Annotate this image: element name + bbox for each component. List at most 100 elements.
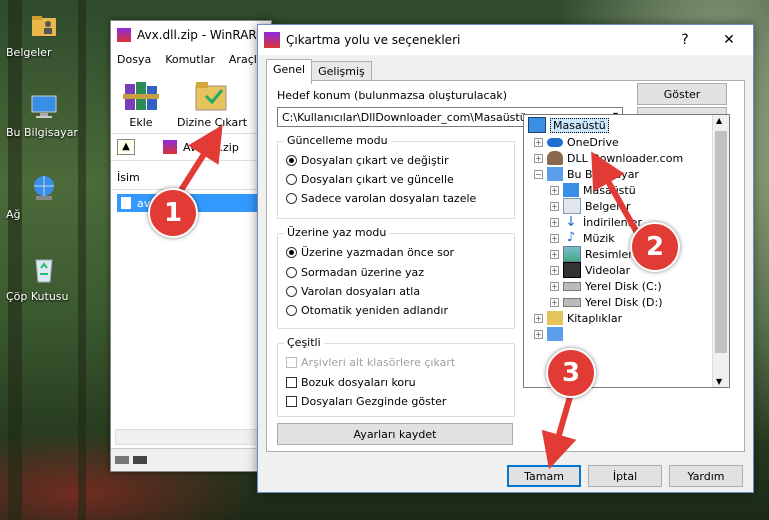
winrar-toolbar: Ekle Dizine Çıkart (111, 69, 271, 133)
computer-icon (28, 90, 60, 122)
desktop-icon-cop-kutusu[interactable]: Çöp Kutusu (6, 254, 82, 303)
general-panel: Hedef konum (bulunmazsa oluşturulacak) G… (266, 80, 745, 452)
tab-genel[interactable]: Genel (266, 59, 313, 84)
folder-tree[interactable]: Masaüstü + OneDrive + DLL Downloader.com… (523, 114, 730, 388)
folder-user-icon (28, 10, 60, 42)
column-header-name[interactable]: İsim (111, 167, 271, 190)
winrar-address-bar: ▲ Avx.dll.zip (111, 133, 271, 161)
tree-item-drive-c[interactable]: + Yerel Disk (C:) (550, 278, 662, 294)
archive-icon (163, 140, 177, 154)
books-icon (121, 78, 161, 112)
radio-button[interactable] (286, 247, 297, 258)
tree-item-documents[interactable]: + Belgeler (550, 198, 630, 214)
cancel-button[interactable]: İptal (588, 465, 662, 487)
tree-item-videos[interactable]: + Videolar (550, 262, 630, 278)
menu-komutlar[interactable]: Komutlar (165, 53, 215, 66)
up-folder-icon[interactable]: ▲ (117, 139, 135, 155)
user-icon (547, 151, 563, 165)
expand-icon[interactable]: + (550, 297, 559, 307)
expand-icon[interactable]: + (534, 137, 543, 147)
scroll-down-icon[interactable]: ▼ (716, 377, 722, 386)
misc-option-show-explorer[interactable]: Dosyaları Gezginde göster (286, 395, 446, 408)
ok-button[interactable]: Tamam (507, 465, 581, 487)
radio-button[interactable] (286, 267, 297, 278)
address-text[interactable]: Avx.dll.zip (183, 141, 239, 154)
tree-item-label: OneDrive (567, 135, 619, 149)
desktop-icon-label: Ağ (6, 208, 21, 221)
radio-button[interactable] (286, 305, 297, 316)
tree-item-pc-desktop[interactable]: + Masaüstü (550, 182, 636, 198)
desktop-icon-label: Belgeler (6, 46, 52, 59)
update-option-update[interactable]: Dosyaları çıkart ve güncelle (286, 173, 454, 186)
radio-button[interactable] (286, 155, 297, 166)
add-button[interactable]: Ekle (121, 78, 161, 129)
overwrite-option-rename[interactable]: Otomatik yeniden adlandır (286, 304, 448, 317)
expand-icon[interactable]: + (534, 153, 543, 163)
desktop-icon-bu-bilgisayar[interactable]: Bu Bilgisayar (6, 90, 82, 139)
tree-item-label: Resimler (585, 247, 633, 261)
checkbox[interactable] (286, 396, 297, 407)
desktop-icon-ag[interactable]: Ağ (6, 172, 82, 221)
expand-icon[interactable]: + (550, 281, 559, 291)
tree-scrollbar[interactable]: ▲ ▼ (712, 115, 729, 387)
close-button[interactable]: ✕ (707, 25, 751, 55)
expand-icon[interactable]: + (550, 201, 559, 211)
option-label: Varolan dosyaları atla (301, 285, 421, 298)
tree-item-this-pc[interactable]: − Bu Bilgisayar (534, 166, 639, 182)
tree-item-label: Yerel Disk (D:) (585, 295, 663, 309)
show-button[interactable]: Göster (637, 83, 727, 105)
destination-label: Hedef konum (bulunmazsa oluşturulacak) (277, 89, 507, 102)
tree-item-downloads[interactable]: + ↓ İndirilenler (550, 214, 642, 230)
option-label: Dosyaları Gezginde göster (301, 395, 447, 408)
save-settings-button[interactable]: Ayarları kaydet (277, 423, 513, 445)
option-label: Bozuk dosyaları koru (301, 376, 416, 389)
misc-option-keep-broken[interactable]: Bozuk dosyaları koru (286, 376, 416, 389)
update-option-freshen[interactable]: Sadece varolan dosyaları tazele (286, 192, 476, 205)
music-icon: ♪ (566, 230, 576, 245)
tree-item-label: İndirilenler (583, 215, 642, 229)
add-label: Ekle (129, 116, 153, 129)
overwrite-option-ask[interactable]: Üzerine yazmadan önce sor (286, 246, 454, 259)
help-button[interactable]: ? (663, 25, 707, 55)
update-mode-group: Güncelleme modu Dosyaları çıkart ve deği… (277, 134, 515, 219)
winrar-app-icon (117, 28, 131, 42)
menu-dosya[interactable]: Dosya (117, 53, 151, 66)
expand-icon[interactable]: + (550, 249, 559, 259)
extract-to-button[interactable]: Dizine Çıkart (177, 78, 247, 129)
tree-item-desktop[interactable]: Masaüstü (528, 117, 609, 133)
onedrive-icon (547, 137, 563, 147)
radio-button[interactable] (286, 174, 297, 185)
update-option-replace[interactable]: Dosyaları çıkart ve değiştir (286, 154, 449, 167)
tree-item-libraries[interactable]: + Kitaplıklar (534, 310, 622, 326)
scroll-thumb[interactable] (715, 131, 727, 353)
tree-item-onedrive[interactable]: + OneDrive (534, 134, 619, 150)
tree-item-network[interactable]: + (534, 326, 563, 342)
radio-button[interactable] (286, 286, 297, 297)
desktop-icon (563, 183, 579, 197)
winrar-window: Avx.dll.zip - WinRAR Dosya Komutlar Araç… (110, 20, 272, 472)
expand-icon[interactable]: + (550, 265, 559, 275)
help-text-button[interactable]: Yardım (669, 465, 743, 487)
expand-icon[interactable]: + (550, 217, 559, 227)
dialog-tabs: Genel Gelişmiş (266, 59, 372, 84)
radio-button[interactable] (286, 193, 297, 204)
tree-item-label: Videolar (585, 263, 631, 277)
collapse-icon[interactable]: − (534, 169, 543, 179)
expand-icon[interactable]: + (534, 313, 543, 323)
tree-item-drive-d[interactable]: + Yerel Disk (D:) (550, 294, 663, 310)
scroll-up-icon[interactable]: ▲ (716, 116, 722, 125)
tree-item-user[interactable]: + DLL Downloader.com (534, 150, 683, 166)
desktop-icon-belgeler[interactable]: Belgeler (6, 10, 82, 59)
expand-icon[interactable]: + (550, 185, 559, 195)
horizontal-scrollbar[interactable] (115, 429, 267, 445)
tree-item-label: Masaüstü (550, 117, 609, 133)
tree-item-pictures[interactable]: + Resimler (550, 246, 633, 262)
expand-icon[interactable]: + (534, 329, 543, 339)
tree-item-music[interactable]: + ♪ Müzik (550, 230, 615, 246)
destination-path-text: C:\Kullanıcılar\DllDownloader_com\Masaüs… (282, 110, 527, 124)
overwrite-option-without-prompt[interactable]: Sormadan üzerine yaz (286, 266, 424, 279)
checkbox[interactable] (286, 377, 297, 388)
tab-gelismis[interactable]: Gelişmiş (311, 61, 372, 82)
expand-icon[interactable]: + (550, 233, 559, 243)
overwrite-option-skip[interactable]: Varolan dosyaları atla (286, 285, 420, 298)
